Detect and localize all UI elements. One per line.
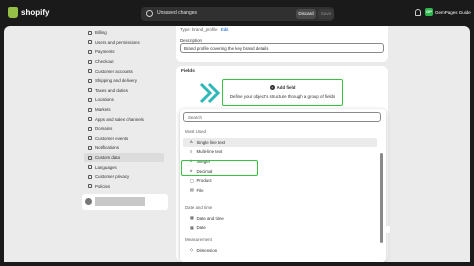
- ruler-icon: ◇: [190, 247, 194, 253]
- sidebar-item-markets[interactable]: Markets: [84, 105, 164, 115]
- search-input[interactable]: Search: [183, 112, 381, 122]
- fields-title: Fields: [181, 69, 195, 74]
- sidebar-item-taxes[interactable]: Taxes and duties: [84, 86, 164, 96]
- menu-scrollbar[interactable]: [380, 153, 383, 243]
- store-avatar: GP: [425, 8, 433, 16]
- double-chevron-icon: [199, 82, 221, 104]
- shopify-logo[interactable]: shopify: [8, 7, 49, 18]
- highlight-box: [181, 160, 258, 176]
- user-profile[interactable]: [82, 194, 168, 210]
- store-menu[interactable]: GP GemPages Guide: [425, 8, 471, 16]
- shipping-icon: [88, 78, 92, 83]
- sidebar-item-policies[interactable]: Policies: [84, 182, 164, 192]
- text-icon: A: [190, 139, 193, 145]
- add-field-button[interactable]: Add field: [277, 85, 296, 90]
- save-button[interactable]: Save: [318, 9, 334, 19]
- discard-button[interactable]: Discard: [296, 9, 316, 19]
- option-file[interactable]: ▤ File: [183, 186, 377, 196]
- languages-icon: [88, 165, 92, 170]
- description-field[interactable]: Brand profile covering the key brand det…: [180, 43, 384, 53]
- sidebar-item-billing[interactable]: Billing: [84, 28, 164, 38]
- domains-icon: [88, 126, 92, 131]
- product-icon: ▢: [190, 177, 194, 183]
- file-icon: ▤: [190, 187, 194, 193]
- option-dimension[interactable]: ◇ Dimension: [183, 246, 377, 256]
- sidebar-item-customer-events[interactable]: Customer events: [84, 134, 164, 144]
- customer-events-icon: [88, 136, 92, 141]
- plus-circle-icon: +: [269, 85, 275, 90]
- side-handle[interactable]: [384, 226, 390, 233]
- sidebar-item-shipping[interactable]: Shipping and delivery: [84, 76, 164, 86]
- avatar: [85, 198, 92, 205]
- apps-icon: [88, 117, 92, 122]
- add-field-box[interactable]: + Add field Define your object's structu…: [222, 79, 343, 106]
- sidebar-item-customer-accounts[interactable]: Customer accounts: [84, 66, 164, 76]
- policies-icon: [88, 184, 92, 189]
- sidebar-item-locations[interactable]: Locations: [84, 95, 164, 105]
- option-date-and-time[interactable]: ▦ Date and time: [183, 214, 377, 224]
- top-bar: shopify Unsaved changes Discard Save GP …: [0, 0, 474, 26]
- calendar-icon: ▦: [190, 224, 194, 230]
- sidebar-item-users[interactable]: Users and permissions: [84, 38, 164, 48]
- notifications-icon: [88, 145, 92, 150]
- sidebar-item-privacy[interactable]: Customer privacy: [84, 172, 164, 182]
- markets-icon: [88, 107, 92, 112]
- locations-icon: [88, 97, 92, 102]
- group-label-measurement: Measurement: [185, 237, 212, 242]
- option-multi-line-text[interactable]: ≡ Multi-line text: [183, 147, 377, 157]
- checkout-icon: [88, 59, 92, 64]
- user-name-redacted: [95, 197, 145, 206]
- privacy-icon: [88, 174, 92, 179]
- group-label-most-used: Most Used: [185, 129, 206, 134]
- definition-card: Type: brand_profile Edit Description Bra…: [176, 26, 388, 62]
- store-name: GemPages Guide: [435, 9, 471, 15]
- type-line: Type: brand_profile Edit: [180, 27, 229, 32]
- sidebar-item-domains[interactable]: Domains: [84, 124, 164, 134]
- sidebar-item-payments[interactable]: Payments: [84, 47, 164, 57]
- paragraph-icon: ≡: [190, 148, 193, 154]
- sidebar-item-apps[interactable]: Apps and sales channels: [84, 114, 164, 124]
- sidebar-item-notifications[interactable]: Notifications: [84, 143, 164, 153]
- bell-icon[interactable]: [415, 9, 421, 16]
- unsaved-changes-text: Unsaved changes: [157, 10, 198, 16]
- option-date[interactable]: ▦ Date: [183, 223, 377, 233]
- billing-icon: [88, 30, 92, 35]
- sidebar-item-checkout[interactable]: Checkout: [84, 57, 164, 67]
- custom-data-icon: [88, 155, 92, 160]
- field-type-menu: Search Most Used A Single line text ≡ Mult…: [180, 109, 386, 262]
- brand-name: shopify: [21, 8, 50, 17]
- calendar-icon: ▦: [190, 215, 194, 221]
- payments-icon: [88, 49, 92, 54]
- users-icon: [88, 40, 92, 45]
- group-label-date-time: Date and time: [185, 205, 213, 210]
- alert-icon: [146, 10, 153, 17]
- shopify-bag-icon: [8, 7, 18, 18]
- option-product[interactable]: ▢ Product: [183, 176, 377, 186]
- sidebar-item-languages[interactable]: Languages: [84, 162, 164, 172]
- edit-type-link[interactable]: Edit: [221, 27, 229, 32]
- sidebar-item-custom-data[interactable]: Custom data: [84, 152, 164, 163]
- add-field-hint: Define your object's structure through a…: [229, 94, 336, 99]
- customer-accounts-icon: [88, 69, 92, 74]
- option-single-line-text[interactable]: A Single line text: [183, 137, 377, 148]
- settings-window: Billing Users and permissions Payments C…: [4, 26, 470, 262]
- taxes-icon: [88, 88, 92, 93]
